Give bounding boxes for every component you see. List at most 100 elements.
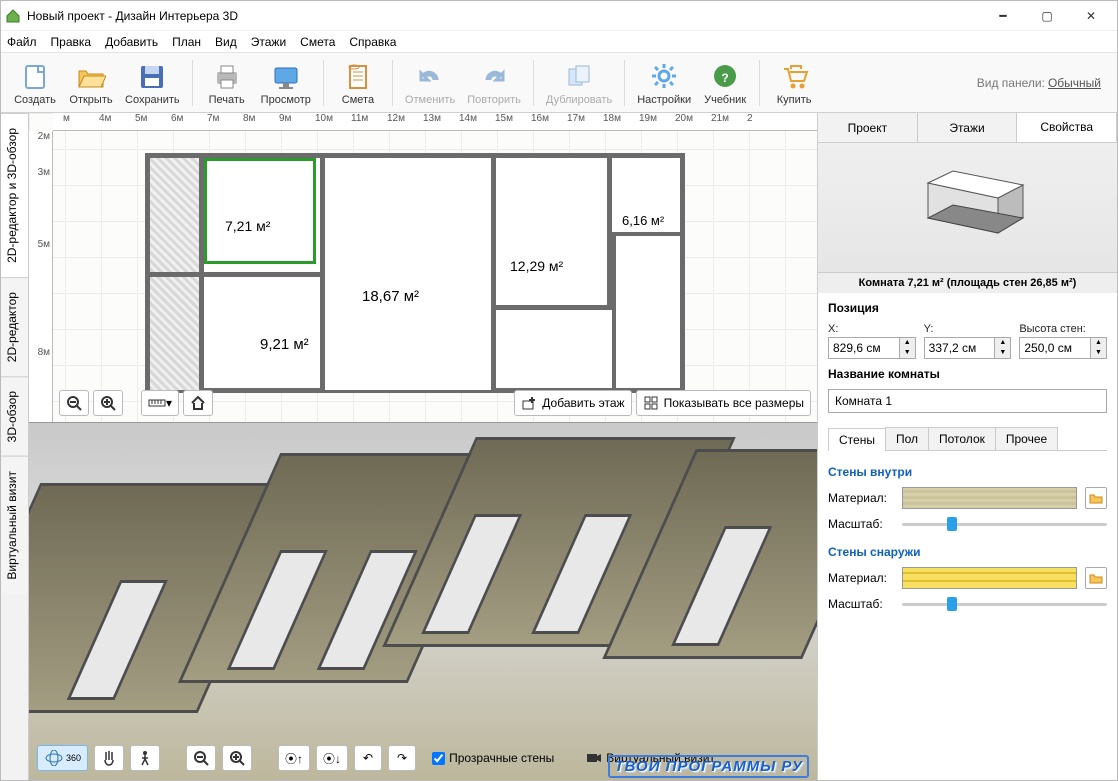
menu-floors[interactable]: Этажи [251, 35, 286, 49]
y-input[interactable]: ▲▼ [924, 337, 1012, 359]
room3-area: 12,29 м² [510, 258, 563, 274]
left-tabs: 2D-редактор и 3D-обзор 2D-редактор 3D-об… [1, 113, 29, 780]
zoom-out-3d[interactable] [186, 745, 216, 771]
toolbar-open[interactable]: Открыть [63, 58, 119, 108]
rtab-project[interactable]: Проект [818, 113, 918, 142]
tab-2d3d[interactable]: 2D-редактор и 3D-обзор [1, 113, 28, 277]
scale-in-slider[interactable] [902, 517, 1107, 531]
nav-down[interactable]: ⦿↓ [316, 745, 348, 771]
floor-plan[interactable]: 7,21 м² 18,67 м² 12,29 м² 9,21 м² 6,16 м… [145, 153, 685, 393]
orbit-button[interactable]: 360 [37, 745, 88, 771]
h-input[interactable]: ▲▼ [1019, 337, 1107, 359]
panel-mode-link[interactable]: Обычный [1048, 76, 1101, 90]
folder-icon [1089, 572, 1103, 584]
zoom-in-button[interactable] [93, 390, 123, 416]
save-icon [136, 60, 168, 92]
x-input[interactable]: ▲▼ [828, 337, 916, 359]
room-3d-preview [818, 143, 1117, 273]
room-living[interactable] [320, 158, 496, 390]
app-icon [5, 8, 21, 24]
material-in-swatch[interactable] [902, 487, 1077, 509]
measure-button[interactable]: ▾ [141, 390, 179, 416]
rtab-props[interactable]: Свойства [1017, 113, 1117, 142]
room-info: Комната 7,21 м² (площадь стен 26,85 м²) [818, 273, 1117, 293]
maximize-button[interactable]: ▢ [1025, 2, 1069, 30]
tab-3d[interactable]: 3D-обзор [1, 376, 28, 456]
menu-est[interactable]: Смета [300, 35, 335, 49]
menu-edit[interactable]: Правка [51, 35, 92, 49]
show-dimensions-button[interactable]: Показывать все размеры [636, 390, 811, 416]
svg-text:?: ? [721, 71, 728, 85]
toolbar-create[interactable]: Создать [7, 58, 63, 108]
toolbar: СоздатьОткрытьСохранить ПечатьПросмотр Сме… [1, 53, 1117, 113]
toolbar-buy[interactable]: Купить [766, 58, 822, 108]
toolbar-dup: Дублировать [540, 58, 618, 108]
create-icon [19, 60, 51, 92]
menu-plan[interactable]: План [172, 35, 201, 49]
zoom-in-3d[interactable] [222, 745, 252, 771]
room-name-input[interactable] [828, 389, 1107, 413]
right-panel: Проект Этажи Свойства Комната 7,21 м² (п… [817, 113, 1117, 780]
scale-out-slider[interactable] [902, 597, 1107, 611]
titlebar: Новый проект - Дизайн Интерьера 3D ━ ▢ ✕ [1, 1, 1117, 31]
manual-icon: ? [709, 60, 741, 92]
menu-file[interactable]: Файл [7, 35, 37, 49]
toolbar-preview[interactable]: Просмотр [255, 58, 317, 108]
scale-in-label: Масштаб: [828, 517, 894, 531]
redo-icon [478, 60, 510, 92]
nav-up[interactable]: ⦿↑ [278, 745, 310, 771]
pan-button[interactable] [94, 745, 124, 771]
buy-icon [778, 60, 810, 92]
menu-add[interactable]: Добавить [105, 35, 158, 49]
room-bed[interactable] [496, 158, 612, 310]
h-label: Высота стен: [1019, 323, 1107, 335]
toolbar-redo: Повторить [461, 58, 527, 108]
undo-icon [414, 60, 446, 92]
room2-area: 18,67 м² [362, 288, 419, 305]
add-floor-button[interactable]: Добавить этаж [514, 390, 631, 416]
section-walls-in: Стены внутри [828, 465, 1107, 479]
minimize-button[interactable]: ━ [981, 2, 1025, 30]
stab-other[interactable]: Прочее [995, 427, 1058, 450]
toolbar-est[interactable]: Смета [330, 58, 386, 108]
camera-icon [586, 752, 602, 764]
material-out-browse[interactable] [1085, 567, 1107, 589]
stab-floor[interactable]: Пол [885, 427, 929, 450]
panel-2d[interactable]: м4м5м6м7м8м9м10м11м12м13м14м15м16м17м18м… [29, 113, 817, 423]
toolbar-manual[interactable]: ?Учебник [697, 58, 753, 108]
ruler-horizontal: м4м5м6м7м8м9м10м11м12м13м14м15м16м17м18м… [53, 113, 817, 131]
dup-icon [563, 60, 595, 92]
zoom-out-button[interactable] [59, 390, 89, 416]
preview-icon [270, 60, 302, 92]
panel-3d[interactable]: 360 ⦿↑ ⦿↓ ↶ ↷ Прозрачные стены Виртуальн… [29, 423, 817, 780]
est-icon [342, 60, 374, 92]
toolbar-settings[interactable]: Настройки [631, 58, 697, 108]
room-selected[interactable] [204, 158, 316, 264]
hallway[interactable] [612, 236, 680, 390]
walk-button[interactable] [130, 745, 160, 771]
home-button[interactable] [183, 390, 213, 416]
stab-ceiling[interactable]: Потолок [928, 427, 996, 450]
nav-left[interactable]: ↶ [354, 745, 382, 771]
room4-area: 9,21 м² [260, 336, 309, 353]
nav-right[interactable]: ↷ [388, 745, 416, 771]
toolbar-save[interactable]: Сохранить [119, 58, 186, 108]
material-in-browse[interactable] [1085, 487, 1107, 509]
scale-out-label: Масштаб: [828, 597, 894, 611]
transparent-walls-check[interactable]: Прозрачные стены [432, 751, 554, 765]
menu-help[interactable]: Справка [349, 35, 396, 49]
y-label: Y: [924, 323, 1012, 335]
material-out-swatch[interactable] [902, 567, 1077, 589]
rtab-floors[interactable]: Этажи [918, 113, 1018, 142]
stab-walls[interactable]: Стены [828, 428, 886, 451]
room-dining[interactable] [150, 272, 320, 390]
close-button[interactable]: ✕ [1069, 2, 1113, 30]
room5-area: 6,16 м² [622, 213, 664, 228]
menu-view[interactable]: Вид [215, 35, 237, 49]
tab-virtual[interactable]: Виртуальный визит [1, 456, 28, 594]
panel-mode: Вид панели: Обычный [977, 76, 1111, 90]
x-label: X: [828, 323, 916, 335]
tab-2d[interactable]: 2D-редактор [1, 277, 28, 376]
toolbar-print[interactable]: Печать [199, 58, 255, 108]
settings-icon [648, 60, 680, 92]
